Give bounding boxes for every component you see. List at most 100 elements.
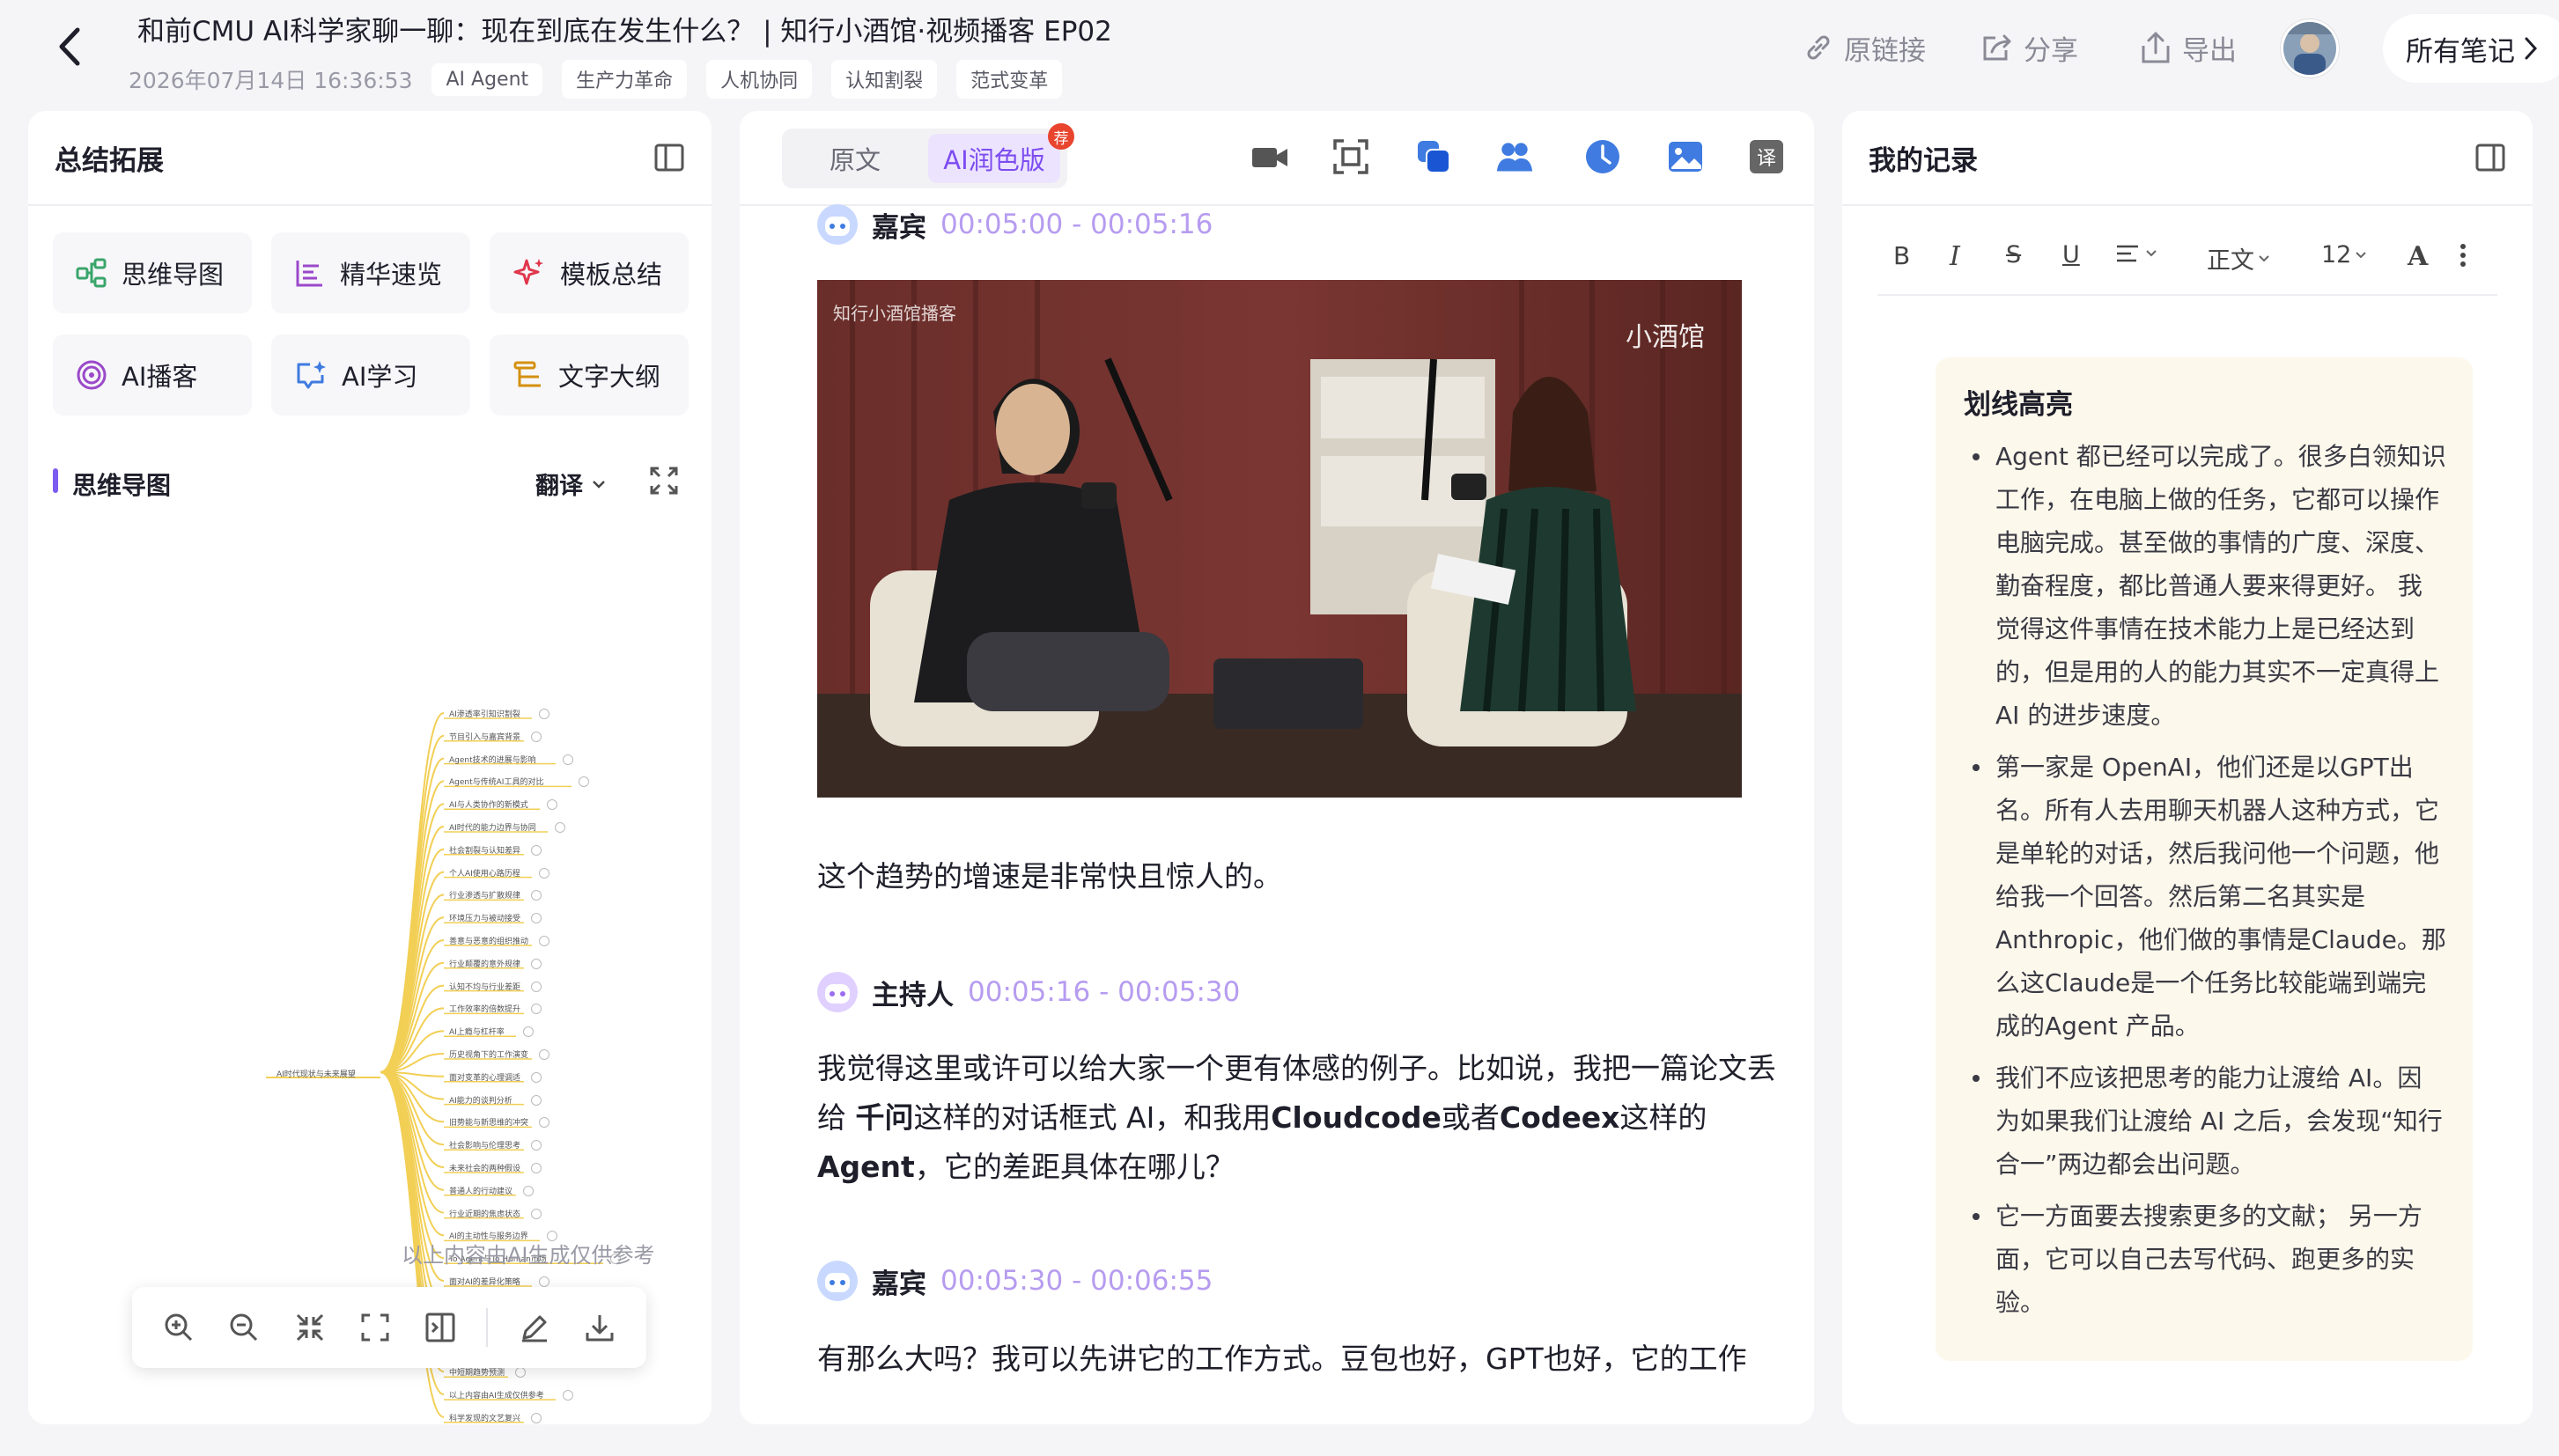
all-notes-button[interactable]: 所有笔记 xyxy=(2383,14,2559,83)
mindmap-node[interactable]: AI渗透率引知识割裂 xyxy=(449,708,520,719)
align-dropdown[interactable] xyxy=(2115,243,2157,264)
mindmap-expand-toggle[interactable] xyxy=(563,754,573,765)
fullscreen-icon[interactable] xyxy=(648,465,680,496)
mindmap-node[interactable]: AI能力的谈判分析 xyxy=(449,1094,513,1106)
mindmap-expand-toggle[interactable] xyxy=(531,1094,542,1106)
mindmap-node[interactable]: 认知不均与行业差距 xyxy=(449,981,520,992)
mindmap-node[interactable]: 未来社会的两种假设 xyxy=(449,1162,520,1173)
mindmap-node[interactable]: 以上内容由AI生成仅供参考 xyxy=(449,1389,544,1401)
timestamp-link[interactable]: 00:05:00 - 00:05:16 xyxy=(940,209,1213,240)
tag[interactable]: 生产力革命 xyxy=(562,60,688,99)
tag[interactable]: 范式变革 xyxy=(956,60,1063,99)
bold-button[interactable]: B xyxy=(1893,241,1910,270)
share-button[interactable]: 分享 xyxy=(1980,25,2078,70)
mindmap-node[interactable]: Agent技术的进展与影响 xyxy=(449,754,536,765)
translate-icon[interactable]: 译 xyxy=(1747,137,1786,176)
mindmap-expand-toggle[interactable] xyxy=(539,936,549,946)
mindmap-node[interactable]: 社会割裂与认知差异 xyxy=(449,844,520,856)
export-button[interactable]: 导出 xyxy=(2138,25,2237,70)
mindmap-node[interactable]: 旧势能与新思维的冲突 xyxy=(449,1116,528,1128)
mindmap-expand-toggle[interactable] xyxy=(531,1412,542,1423)
mindmap-expand-toggle[interactable] xyxy=(555,822,565,833)
mindmap-node[interactable]: 善意与恶意的组织推动 xyxy=(449,935,528,946)
mindmap-expand-toggle[interactable] xyxy=(539,709,549,719)
mindmap-node[interactable]: AI与人类协作的新模式 xyxy=(449,798,528,810)
mindmap-expand-toggle[interactable] xyxy=(531,844,542,856)
mindmap-node[interactable]: 社会影响与伦理思考 xyxy=(449,1139,520,1151)
mindmap-node[interactable]: 行业近期的焦虑状态 xyxy=(449,1208,520,1219)
mindmap-expand-toggle[interactable] xyxy=(539,1276,549,1287)
tab-original[interactable]: 原文 xyxy=(789,134,921,183)
mindmap-node[interactable]: 行业渗透与扩散规律 xyxy=(449,889,520,901)
zoom-out-button[interactable] xyxy=(225,1308,263,1347)
collapse-button[interactable] xyxy=(291,1308,329,1347)
strikethrough-button[interactable]: S xyxy=(2006,241,2021,268)
speakers-icon[interactable] xyxy=(1495,137,1534,176)
mindmap-node[interactable]: 历史视角下的工作演变 xyxy=(449,1048,528,1060)
clock-icon[interactable] xyxy=(1583,137,1622,176)
mindmap-node[interactable]: 普通人的行动建议 xyxy=(449,1185,513,1196)
fit-screen-button[interactable] xyxy=(356,1308,395,1347)
mindmap-node[interactable]: 工作效率的倍数提升 xyxy=(449,1003,520,1014)
mindmap-expand-toggle[interactable] xyxy=(563,1390,573,1401)
edit-button[interactable] xyxy=(515,1308,554,1347)
video-icon[interactable] xyxy=(1250,137,1289,176)
avatar[interactable] xyxy=(2281,19,2339,77)
mindmap-node[interactable]: 面对AI的差异化策略 xyxy=(449,1276,520,1287)
sidebar-toggle-icon[interactable] xyxy=(2474,143,2506,173)
mindmap-node[interactable]: AI时代的能力边界与协同 xyxy=(449,821,536,833)
text-color-button[interactable]: A xyxy=(2408,241,2428,272)
mindmap-node[interactable]: 节目引入与嘉宾背景 xyxy=(449,731,520,742)
highlight-item[interactable]: 它一方面要去搜索更多的文献； 另一方面，它可以自己去写代码、跑更多的实验。 xyxy=(1964,1195,2446,1324)
timestamp-link[interactable]: 00:05:30 - 00:06:55 xyxy=(940,1265,1213,1297)
italic-button[interactable]: I xyxy=(1950,241,1960,272)
highlight-item[interactable]: Agent 都已经可以完成了。很多白领知识工作，在电脑上做的任务，它都可以操作电… xyxy=(1964,435,2446,737)
mindmap-node[interactable]: 中短期趋势预测 xyxy=(449,1366,505,1378)
mindmap-node[interactable]: 科学发现的文艺复兴 xyxy=(449,1412,520,1423)
screenshot-icon[interactable] xyxy=(1331,137,1370,176)
highlight-item[interactable]: 第一家是 OpenAI，他们还是以GPT出名。所有人去用聊天机器人这种方式，它是… xyxy=(1964,746,2446,1048)
download-button[interactable] xyxy=(580,1308,619,1347)
highlight-item[interactable]: 我们不应该把思考的能力让渡给 AI。因为如果我们让渡给 AI 之后，会发现“知行… xyxy=(1964,1056,2446,1186)
translate-dropdown[interactable]: 翻译 xyxy=(535,467,608,501)
timestamp-link[interactable]: 00:05:16 - 00:05:30 xyxy=(968,976,1240,1008)
template-summary-tool-button[interactable]: 模板总结 xyxy=(490,232,689,313)
mindmap-expand-toggle[interactable] xyxy=(531,981,542,992)
mindmap-node[interactable]: 环境压力与被动接受 xyxy=(449,912,520,923)
image-icon[interactable] xyxy=(1666,137,1705,176)
layout-button[interactable] xyxy=(421,1308,460,1347)
paragraph-style-dropdown[interactable]: 正文 xyxy=(2207,241,2270,276)
tab-ai-polished[interactable]: AI润色版 xyxy=(928,134,1060,183)
mindmap-expand-toggle[interactable] xyxy=(531,731,542,742)
sidebar-toggle-icon[interactable] xyxy=(653,143,685,173)
underline-button[interactable]: U xyxy=(2062,241,2080,268)
mindmap-node[interactable]: Agent与传统AI工具的对比 xyxy=(449,776,543,787)
mindmap-expand-toggle[interactable] xyxy=(531,1208,542,1219)
mindmap-node[interactable]: AI上瘾与杠杆率 xyxy=(449,1026,505,1037)
more-button[interactable] xyxy=(2459,243,2467,268)
mindmap-expand-toggle[interactable] xyxy=(531,958,542,969)
mindmap-tool-button[interactable]: 思维导图 xyxy=(53,232,252,313)
text-outline-tool-button[interactable]: 文字大纲 xyxy=(490,335,689,415)
source-link-button[interactable]: 原链接 xyxy=(1802,25,1926,70)
mindmap-node[interactable]: 个人AI使用心路历程 xyxy=(449,867,520,879)
mindmap-expand-toggle[interactable] xyxy=(539,1049,549,1060)
tag[interactable]: 人机协同 xyxy=(706,60,813,99)
mindmap-root-node[interactable]: AI时代现状与未来展望 xyxy=(277,1068,356,1079)
mindmap-node[interactable]: 面对变革的心理调适 xyxy=(449,1071,520,1083)
mindmap-expand-toggle[interactable] xyxy=(523,1185,534,1196)
video-player[interactable]: 知行小酒馆播客 小酒馆 xyxy=(817,280,1742,798)
font-size-dropdown[interactable]: 12 xyxy=(2321,241,2367,268)
tag[interactable]: AI Agent xyxy=(431,63,543,96)
mindmap-expand-toggle[interactable] xyxy=(531,1071,542,1083)
copy-icon[interactable] xyxy=(1414,137,1453,176)
tag[interactable]: 认知割裂 xyxy=(831,60,938,99)
highlights-tool-button[interactable]: 精华速览 xyxy=(271,232,470,313)
ai-learning-tool-button[interactable]: AI学习 xyxy=(271,335,470,415)
zoom-in-button[interactable] xyxy=(159,1308,198,1347)
ai-podcast-tool-button[interactable]: AI播客 xyxy=(53,335,252,415)
mindmap-expand-toggle[interactable] xyxy=(531,1163,542,1173)
back-button[interactable] xyxy=(51,25,90,69)
mindmap-expand-toggle[interactable] xyxy=(539,867,549,879)
mindmap-node[interactable]: 行业颠覆的意外规律 xyxy=(449,958,520,969)
